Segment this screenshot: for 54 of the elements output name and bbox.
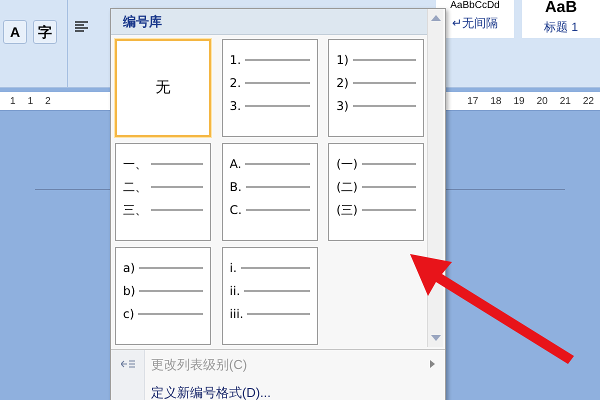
ruler-number: 19 <box>514 94 525 108</box>
submenu-arrow-icon <box>430 360 435 368</box>
list-marker: (二) <box>336 180 358 192</box>
style-sample: AaBbCcDd <box>450 0 500 12</box>
align-left-icon[interactable] <box>74 20 90 34</box>
list-marker: (一) <box>336 158 358 170</box>
ribbon-button[interactable]: A <box>3 20 27 44</box>
list-marker: 二、 <box>123 180 147 192</box>
scrollbar[interactable] <box>427 9 443 347</box>
list-marker: a) <box>123 262 136 274</box>
menu-item[interactable]: 定义新编号格式(D)... <box>111 378 445 400</box>
list-marker: 3. <box>230 100 242 112</box>
list-marker: B. <box>230 180 242 192</box>
numbering-tile[interactable]: A. B. C. <box>222 143 318 241</box>
list-marker: 三、 <box>123 204 147 216</box>
list-marker: c) <box>123 308 134 320</box>
ruler-number: 1 <box>28 94 34 108</box>
ruler-number: 1 <box>10 94 16 108</box>
list-marker: 1) <box>336 54 349 66</box>
numbering-tile[interactable]: 1. 2. 3. <box>222 39 318 137</box>
style-name: 标题 1 <box>544 19 578 36</box>
list-marker: b) <box>123 284 136 296</box>
ruler-number: 20 <box>536 94 548 108</box>
ruler-number: 18 <box>490 94 502 108</box>
numbering-tile[interactable]: (一) (二) (三) <box>328 143 424 241</box>
list-marker: C. <box>230 204 242 216</box>
ruler-number: 17 <box>467 94 478 108</box>
list-level-icon <box>120 359 134 370</box>
ruler-number: 22 <box>582 94 594 108</box>
numbering-tile[interactable]: 1) 2) 3) <box>328 39 424 137</box>
gallery-header: 编号库 <box>111 9 427 35</box>
numbering-tile[interactable]: 无 <box>115 39 211 137</box>
style-name: ↵无间隔 <box>452 15 498 32</box>
scroll-down-icon[interactable] <box>430 335 440 341</box>
scroll-up-icon[interactable] <box>430 15 440 21</box>
style-preview[interactable]: AaB 标题 1 <box>522 0 600 38</box>
ruler-number: 21 <box>560 94 571 108</box>
numbering-tile[interactable]: i. ii. iii. <box>222 247 318 345</box>
list-marker: (三) <box>336 204 358 216</box>
list-marker: A. <box>230 158 242 170</box>
numbering-tile[interactable]: 一、 二、 三、 <box>115 143 211 241</box>
list-marker: i. <box>230 262 237 274</box>
ribbon-button[interactable]: 字 <box>33 20 57 44</box>
list-marker: iii. <box>230 308 244 320</box>
list-marker: 一、 <box>123 158 147 170</box>
numbering-tile[interactable]: a) b) c) <box>115 247 211 345</box>
ruler-number: 2 <box>45 94 51 108</box>
list-marker: ii. <box>230 284 240 296</box>
list-marker: 2) <box>336 76 349 88</box>
style-preview[interactable]: AaBbCcDd ↵无间隔 <box>436 0 514 38</box>
list-marker: 3) <box>336 100 349 112</box>
list-marker: 1. <box>230 54 242 66</box>
style-sample: AaB <box>544 0 577 16</box>
list-marker: 2. <box>230 76 242 88</box>
